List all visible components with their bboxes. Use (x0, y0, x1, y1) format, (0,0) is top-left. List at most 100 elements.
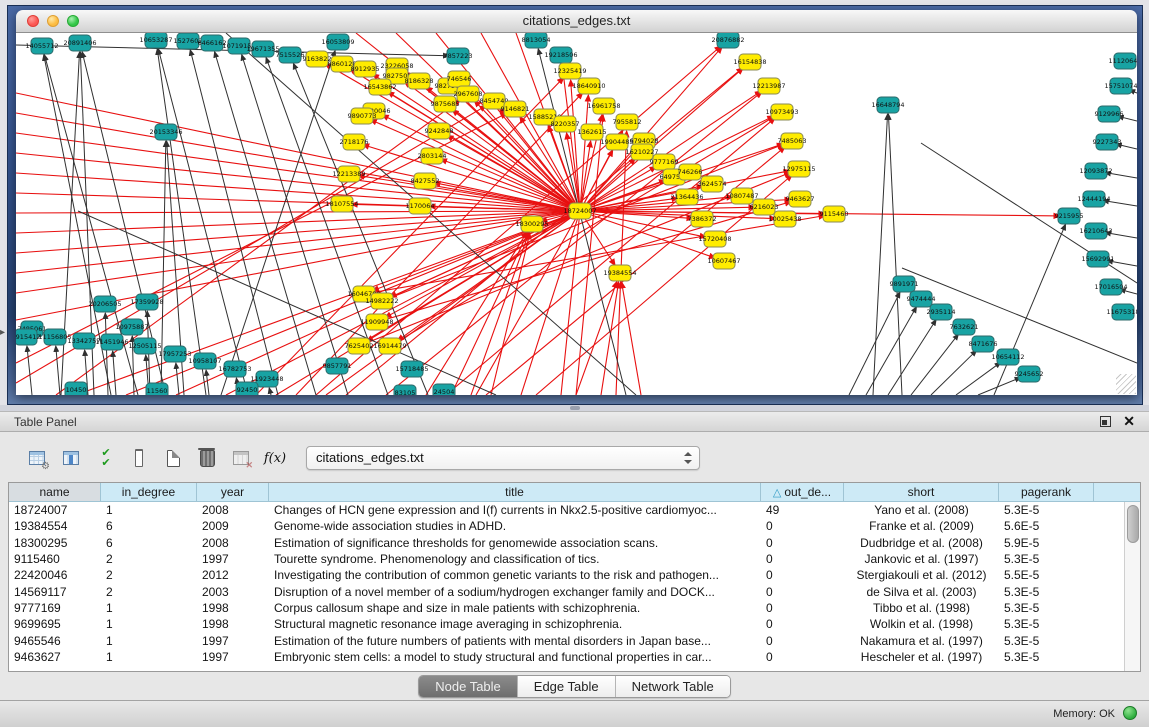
cell: 1998 (197, 617, 269, 631)
delete-columns-button[interactable] (192, 443, 222, 473)
create-column-button[interactable] (158, 443, 188, 473)
graph-edge[interactable] (931, 350, 977, 395)
collapsed-panel-arrow-icon[interactable]: ▸ (0, 327, 5, 338)
graph-node-label: 7955812 (613, 118, 642, 126)
graph-edge[interactable] (576, 115, 603, 395)
graph-edge[interactable] (873, 114, 888, 395)
cell: Structural magnetic resonance image aver… (269, 617, 761, 631)
graph-node-label: 11675318 (1106, 308, 1137, 316)
graph-edge[interactable] (269, 388, 271, 395)
frame-resize-grip[interactable] (1116, 374, 1136, 394)
cell: 0 (761, 519, 844, 533)
cell: Nakamura et al. (1997) (844, 634, 999, 648)
table-row[interactable]: 969969511998Structural magnetic resonanc… (9, 616, 1140, 632)
cell: Tibbo et al. (1998) (844, 601, 999, 615)
graph-node-label: 9115460 (820, 210, 849, 218)
float-panel-icon[interactable] (1100, 416, 1111, 427)
table-row[interactable]: 946362711997Embryonic stem cells: a mode… (9, 649, 1140, 665)
show-columns-button[interactable] (56, 443, 86, 473)
new-document-icon (167, 450, 180, 467)
table-row[interactable]: 2242004622012Investigating the contribut… (9, 567, 1140, 583)
graph-edge[interactable] (363, 145, 580, 211)
graph-node-label: 12505115 (128, 342, 161, 350)
graph-edge[interactable] (221, 51, 335, 395)
divider-grab-handle[interactable] (570, 406, 580, 410)
graph-edge[interactable] (176, 363, 179, 395)
cell: 5.3E-5 (999, 585, 1094, 599)
graph-node-label: 7625402 (345, 342, 374, 350)
network-canvas-container[interactable]: 1405571220891406106532871527602646616210… (16, 33, 1137, 395)
table-source-dropdown[interactable]: citations_edges.txt (306, 446, 700, 470)
table-row[interactable]: 1456911722003Disruption of a novel membe… (9, 583, 1140, 599)
column-header-pagerank[interactable]: pagerank (999, 483, 1094, 502)
function-builder-button[interactable]: f(x) (260, 443, 290, 473)
column-header-name[interactable]: name (9, 483, 101, 502)
column-header-title[interactable]: title (269, 483, 761, 502)
column-header-short[interactable]: short (844, 483, 999, 502)
column-header-in_degree[interactable]: in_degree (101, 483, 197, 502)
cell: 0 (761, 650, 844, 664)
graph-edge[interactable] (16, 211, 580, 253)
graph-edge[interactable] (978, 377, 1021, 395)
cell: 18300295 (9, 536, 101, 550)
memory-ok-indicator[interactable] (1123, 706, 1137, 720)
graph-edge[interactable] (16, 173, 580, 211)
graph-edge[interactable] (105, 313, 108, 395)
column-header-out_de[interactable]: △out_de... (761, 483, 844, 502)
node-table[interactable]: namein_degreeyeartitle△out_de...shortpag… (8, 482, 1141, 672)
graph-node-label: 16053809 (321, 38, 354, 46)
cell: 2 (101, 568, 197, 582)
graph-edge[interactable] (601, 282, 619, 395)
unselect-all-columns-button[interactable] (124, 443, 154, 473)
table-row[interactable]: 1872400712008Changes of HCN gene express… (9, 502, 1140, 518)
graph-edge[interactable] (16, 211, 580, 233)
graph-edge[interactable] (27, 346, 32, 395)
graph-edge[interactable] (206, 370, 209, 395)
graph-edge[interactable] (113, 351, 116, 395)
graph-node-label: 3624574 (698, 180, 727, 188)
graph-edge[interactable] (576, 281, 617, 395)
graph-edge[interactable] (56, 346, 60, 395)
table-row[interactable]: 977716911998Corpus callosum shape and si… (9, 600, 1140, 616)
column-select-icon (63, 451, 79, 465)
tab-network-table[interactable]: Network Table (615, 676, 730, 697)
graph-edge[interactable] (888, 320, 936, 395)
graph-edge[interactable] (866, 307, 917, 395)
network-view-frame[interactable]: citations_edges.txt 14055712208914061065… (16, 10, 1137, 395)
graph-edge[interactable] (242, 55, 348, 395)
graph-edge[interactable] (956, 362, 1001, 395)
table-body[interactable]: 1872400712008Changes of HCN gene express… (9, 502, 1140, 665)
graph-edge[interactable] (16, 93, 580, 211)
vertical-scrollbar[interactable] (1124, 502, 1140, 671)
scrollbar-thumb[interactable] (1127, 505, 1139, 543)
graph-edge[interactable] (622, 282, 641, 395)
delete-table-button[interactable]: ✕ (226, 443, 256, 473)
cell: 5.3E-5 (999, 552, 1094, 566)
cell: 9777169 (9, 601, 101, 615)
network-frame-titlebar[interactable]: citations_edges.txt (16, 10, 1137, 33)
graph-node-label: 9129966 (1095, 110, 1124, 118)
cell: 1 (101, 601, 197, 615)
tab-edge-table[interactable]: Edge Table (517, 676, 615, 697)
cell: 2008 (197, 536, 269, 550)
table-row[interactable]: 911546021997Tourette syndrome. Phenomeno… (9, 551, 1140, 567)
graph-node-label: 1170064 (406, 202, 435, 210)
tab-node-table[interactable]: Node Table (419, 676, 517, 697)
select-all-columns-button[interactable]: ✔✔ (90, 443, 120, 473)
graph-edge[interactable] (16, 211, 580, 213)
graph-edge[interactable] (16, 211, 580, 293)
graph-node-label: 15692991 (1081, 255, 1114, 263)
graph-node-label: 14982222 (365, 297, 398, 305)
graph-edge[interactable] (126, 211, 580, 395)
table-row[interactable]: 946554611997Estimation of the future num… (9, 632, 1140, 648)
cell: 2008 (197, 503, 269, 517)
close-panel-icon[interactable]: ✕ (1123, 413, 1135, 430)
table-row[interactable]: 1938455462009Genome-wide association stu… (9, 518, 1140, 534)
table-mode-button[interactable]: ⚙ (22, 443, 52, 473)
cell: 5.6E-5 (999, 519, 1094, 533)
graph-edge[interactable] (911, 334, 958, 395)
graph-node-label: 10450 (66, 386, 87, 394)
column-header-year[interactable]: year (197, 483, 269, 502)
cell: 5.9E-5 (999, 536, 1094, 550)
table-row[interactable]: 1830029562008Estimation of significance … (9, 535, 1140, 551)
